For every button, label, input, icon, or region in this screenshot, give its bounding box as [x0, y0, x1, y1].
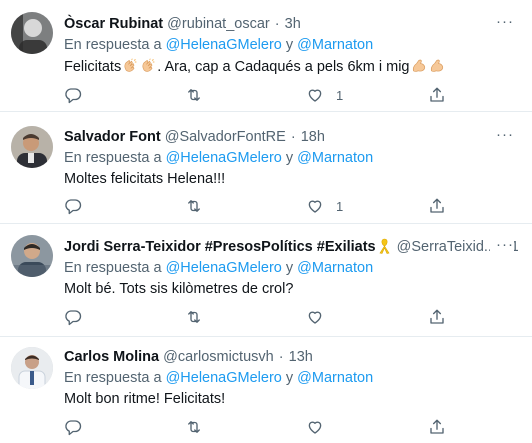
reply-button[interactable] [64, 84, 94, 106]
author-handle[interactable]: @SalvadorFontRE [165, 129, 286, 145]
author-handle[interactable]: @SerraTeixid... [397, 239, 496, 255]
retweet-icon [185, 197, 203, 215]
reply-prefix: En respuesta a [64, 370, 162, 386]
reply-context: En respuesta a @HelenaGMelero y @Marnato… [64, 368, 373, 388]
like-button[interactable]: 1 [306, 84, 343, 106]
reply-button[interactable] [64, 195, 94, 217]
reply-button[interactable] [64, 416, 94, 438]
tweet-text-part: Molt bé. Tots sis kilòmetres de crol? [64, 281, 294, 297]
separator-dot: · [274, 16, 280, 32]
reply-icon [64, 308, 82, 326]
share-icon [428, 308, 446, 326]
like-button[interactable] [306, 306, 336, 328]
tweet-text: Felicitats . Ara, cap a Cadaqués a pels 6… [64, 56, 518, 78]
share-icon [428, 86, 446, 104]
author-handle[interactable]: @carlosmictusvh [163, 349, 274, 365]
timestamp[interactable]: 18h [301, 129, 325, 145]
mention-link[interactable]: @Marnaton [297, 260, 373, 276]
yellow-ribbon-icon [379, 238, 390, 254]
reply-context: En respuesta a @HelenaGMelero y @Marnato… [64, 148, 373, 168]
retweet-button[interactable] [185, 195, 215, 217]
avatar[interactable] [11, 235, 53, 277]
author-name[interactable]: Jordi Serra-Teixidor #PresosPolítics #Ex… [64, 239, 376, 255]
author-name[interactable]: Carlos Molina [64, 349, 159, 365]
flexed-biceps-emoji [411, 58, 427, 74]
retweet-button[interactable] [185, 306, 215, 328]
tweet-text: Molt bé. Tots sis kilòmetres de crol? [64, 278, 518, 300]
reply-and: y [285, 150, 294, 166]
reply-icon [64, 418, 82, 436]
reply-prefix: En respuesta a [64, 37, 162, 53]
author-name[interactable]: Òscar Rubinat [64, 16, 163, 32]
clapping-hands-emoji [122, 58, 138, 74]
reply-and: y [285, 37, 294, 53]
reply-button[interactable] [64, 306, 94, 328]
tweet-text: Molt bon ritme! Felicitats! [64, 388, 518, 410]
share-button[interactable] [428, 84, 446, 106]
tweet-actions: 1 [64, 84, 464, 106]
reply-context: En respuesta a @HelenaGMelero y @Marnato… [64, 258, 373, 278]
mention-link[interactable]: @Marnaton [297, 150, 373, 166]
reply-prefix: En respuesta a [64, 150, 162, 166]
tweet-text: Moltes felicitats Helena!!! [64, 168, 518, 190]
tweet[interactable]: Òscar Rubinat @rubinat_oscar · 3h ··· En… [0, 0, 532, 112]
more-options-icon[interactable]: ··· [490, 14, 514, 31]
heart-icon [306, 197, 324, 215]
more-options-icon[interactable]: ··· [490, 127, 514, 144]
mention-link[interactable]: @HelenaGMelero [166, 37, 282, 53]
tweet[interactable]: Jordi Serra-Teixidor #PresosPolítics #Ex… [0, 224, 532, 337]
retweet-icon [185, 86, 203, 104]
like-count: 1 [336, 87, 344, 103]
tweet-actions [64, 306, 464, 328]
reply-context: En respuesta a @HelenaGMelero y @Marnato… [64, 35, 373, 55]
avatar[interactable] [11, 126, 53, 168]
heart-icon [306, 418, 324, 436]
mention-link[interactable]: @HelenaGMelero [166, 260, 282, 276]
like-button[interactable]: 1 [306, 195, 343, 217]
heart-icon [306, 86, 324, 104]
share-icon [428, 418, 446, 436]
reply-icon [64, 86, 82, 104]
share-icon [428, 197, 446, 215]
more-options-icon[interactable]: ··· [490, 237, 514, 254]
tweet[interactable]: Salvador Font @SalvadorFontRE · 18h ··· … [0, 112, 532, 224]
tweet-text-part: Moltes felicitats Helena!!! [64, 171, 226, 187]
heart-icon [306, 308, 324, 326]
clapping-hands-emoji [140, 58, 156, 74]
reply-and: y [285, 260, 294, 276]
like-button[interactable] [306, 416, 336, 438]
author-handle[interactable]: @rubinat_oscar [167, 16, 270, 32]
like-count: 1 [336, 198, 344, 214]
reply-and: y [285, 370, 294, 386]
timestamp[interactable]: 3h [285, 16, 301, 32]
mention-link[interactable]: @HelenaGMelero [166, 150, 282, 166]
share-button[interactable] [428, 195, 446, 217]
tweet-text-part: Molt bon ritme! Felicitats! [64, 391, 226, 407]
retweet-button[interactable] [185, 84, 215, 106]
author-name[interactable]: Salvador Font [64, 129, 161, 145]
retweet-icon [185, 308, 203, 326]
reply-prefix: En respuesta a [64, 260, 162, 276]
share-button[interactable] [428, 416, 446, 438]
mention-link[interactable]: @Marnaton [297, 37, 373, 53]
tweet[interactable]: Carlos Molina @carlosmictusvh · 13h En r… [0, 337, 532, 443]
avatar[interactable] [11, 347, 53, 389]
tweet-actions [64, 416, 464, 438]
avatar[interactable] [11, 12, 53, 54]
tweet-text-part: . Ara, cap a Cadaqués a pels 6km i mig [157, 59, 410, 75]
retweet-icon [185, 418, 203, 436]
tweet-actions: 1 [64, 195, 464, 217]
separator-dot: · [290, 129, 296, 145]
retweet-button[interactable] [185, 416, 215, 438]
mention-link[interactable]: @HelenaGMelero [166, 370, 282, 386]
flexed-biceps-emoji [429, 58, 445, 74]
reply-icon [64, 197, 82, 215]
separator-dot: · [278, 349, 284, 365]
tweet-text-part: Felicitats [64, 59, 122, 75]
share-button[interactable] [428, 306, 446, 328]
timestamp[interactable]: 13h [289, 349, 313, 365]
mention-link[interactable]: @Marnaton [297, 370, 373, 386]
tweet-replies-feed: Òscar Rubinat @rubinat_oscar · 3h ··· En… [0, 0, 532, 443]
